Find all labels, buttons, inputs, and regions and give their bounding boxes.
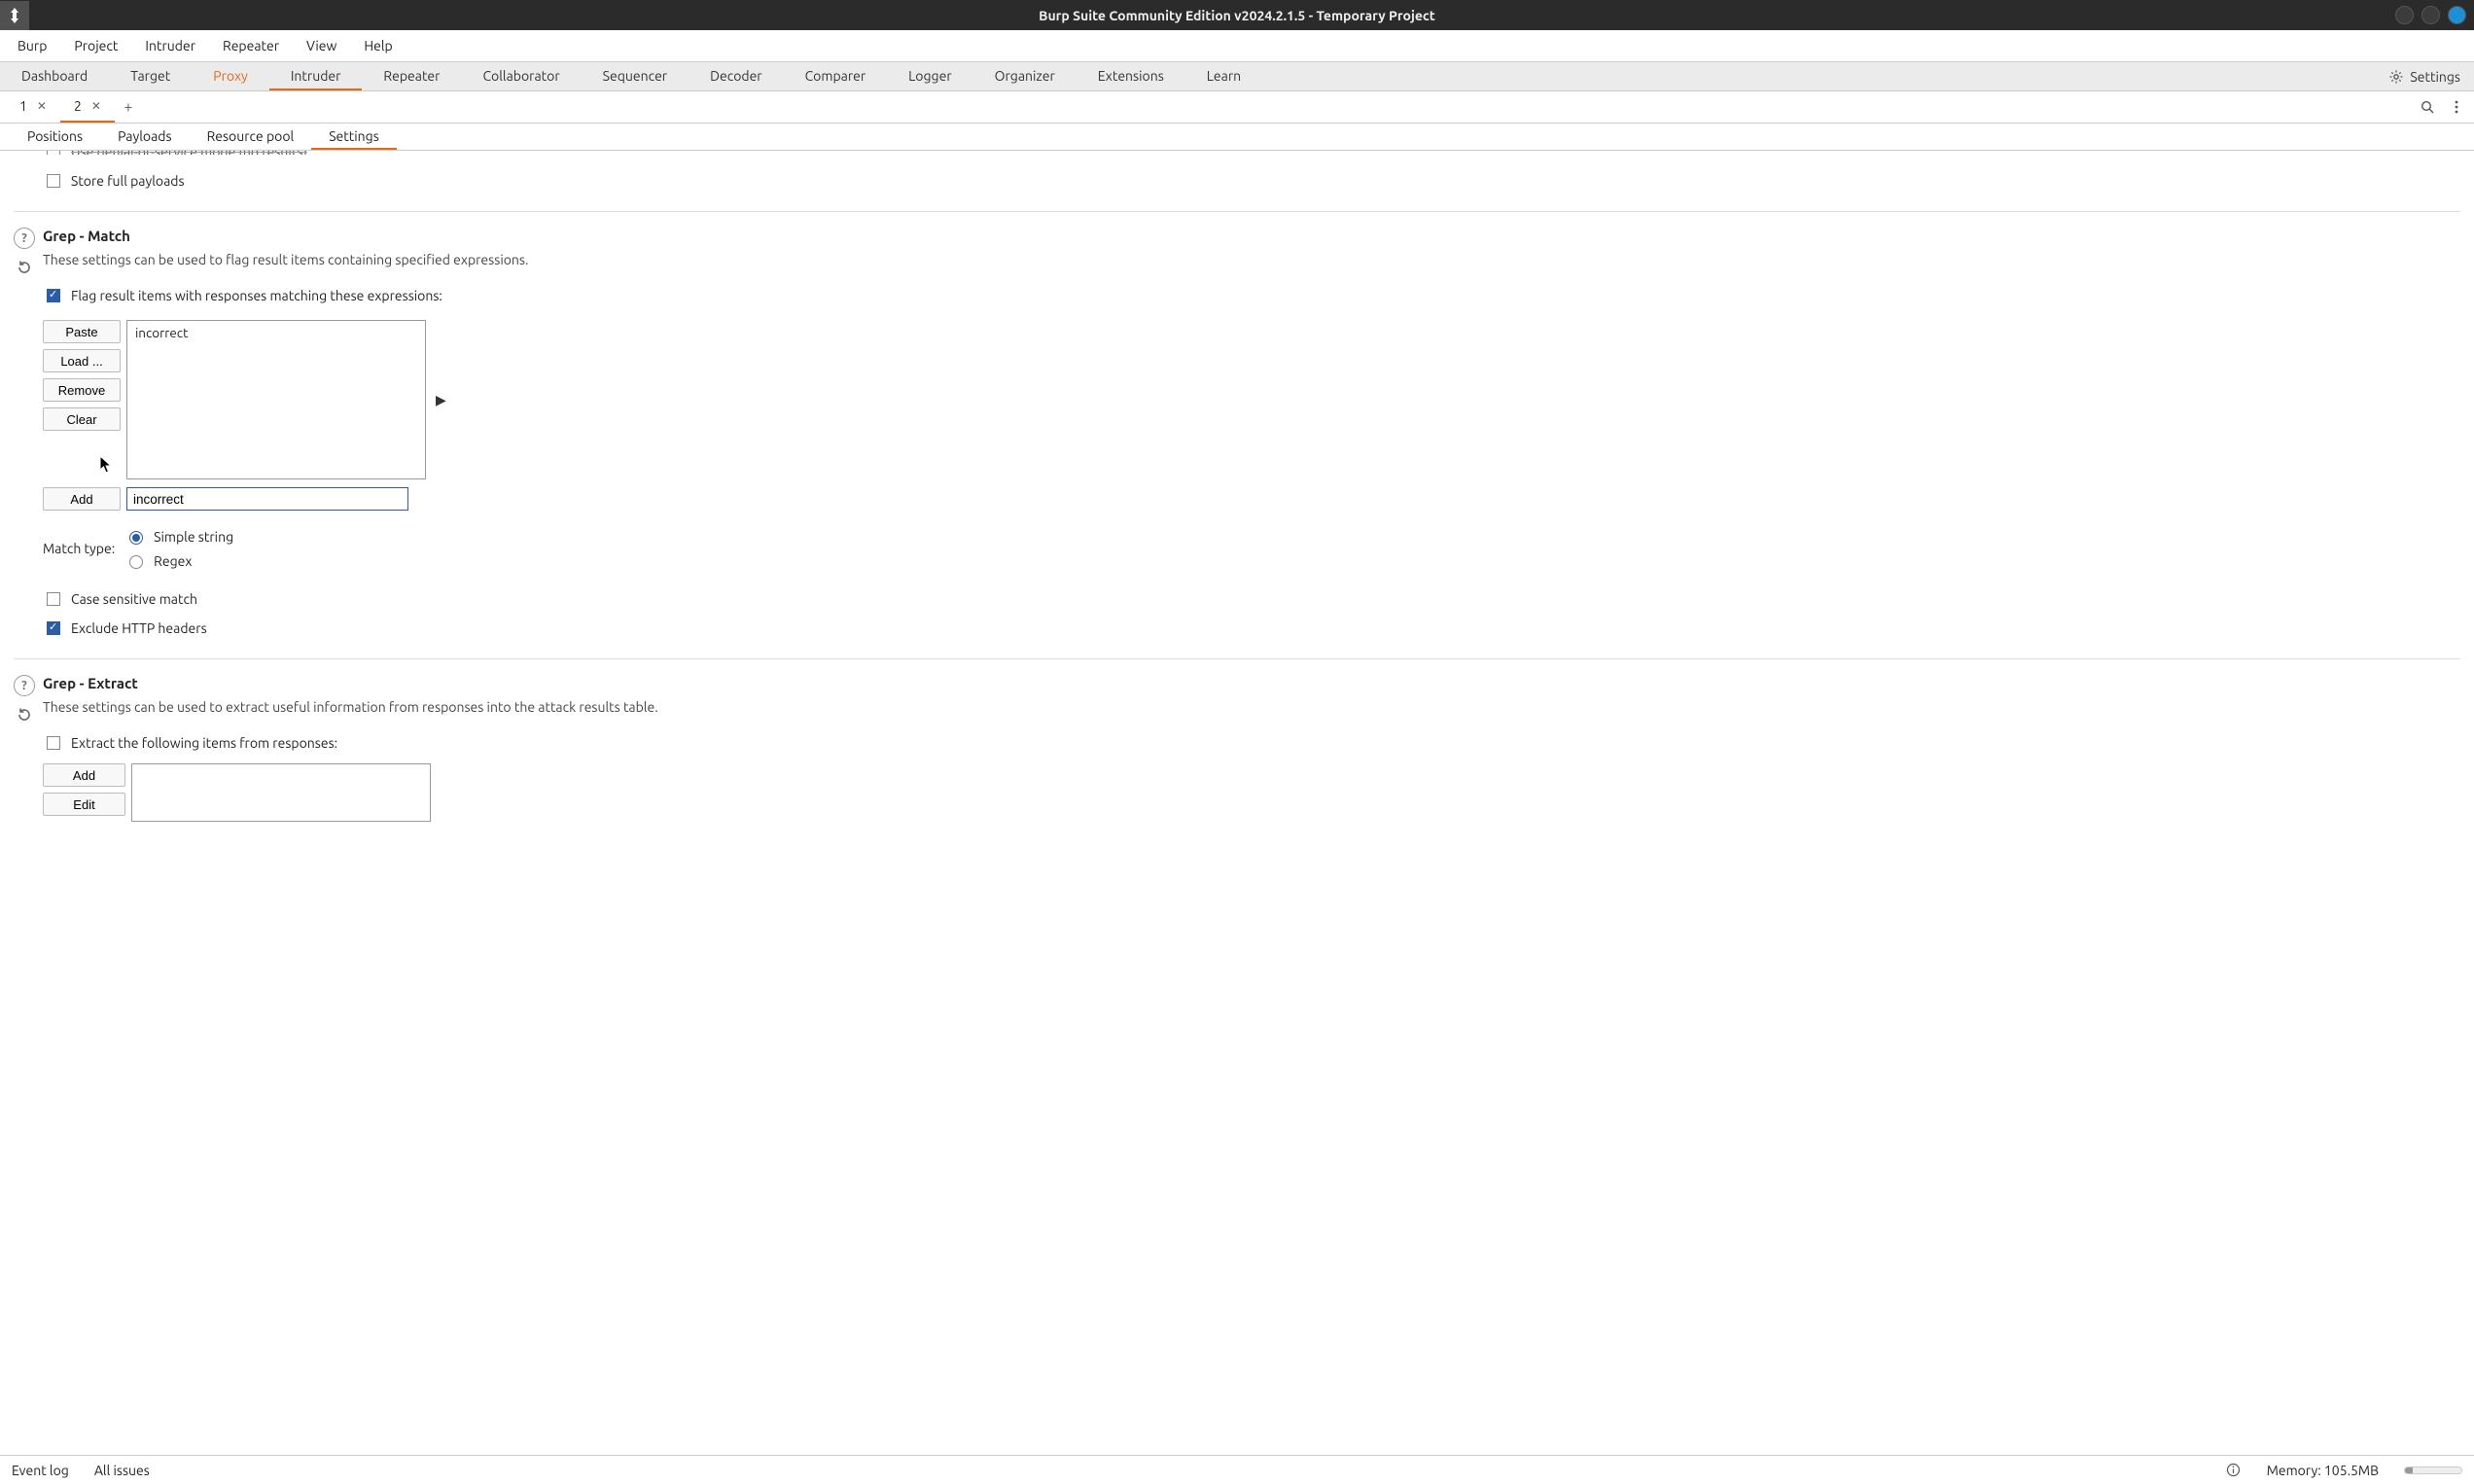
- reset-icon[interactable]: [14, 257, 35, 278]
- extract-items-checkbox[interactable]: [47, 736, 60, 750]
- tab-decoder[interactable]: Decoder: [689, 62, 784, 90]
- gear-icon: [2388, 69, 2404, 85]
- minimize-button[interactable]: [2395, 6, 2414, 24]
- match-expressions-list[interactable]: incorrect: [126, 320, 426, 479]
- section-divider: [14, 211, 2460, 212]
- section-divider: [14, 658, 2460, 659]
- match-type-regex-radio[interactable]: [129, 555, 143, 569]
- footer: Event log All issues Memory: 105.5MB: [0, 1455, 2474, 1484]
- extract-items-label: Extract the following items from respons…: [71, 735, 337, 751]
- menu-view[interactable]: View: [295, 34, 348, 57]
- grep-match-desc: These settings can be used to flag resul…: [43, 252, 2460, 267]
- menu-repeater[interactable]: Repeater: [211, 34, 291, 57]
- match-type-regex-label: Regex: [154, 553, 192, 569]
- grep-match-section: ? Grep - Match These settings can be use…: [14, 228, 2460, 641]
- settings-content: Use denial-of-service mode (no results) …: [0, 151, 2474, 1455]
- add-button[interactable]: Add: [43, 487, 121, 511]
- memory-label: Memory: 105.5MB: [2267, 1463, 2379, 1478]
- help-icon[interactable]: ?: [14, 675, 35, 696]
- attack-tab-1-label: 1: [19, 98, 27, 114]
- attack-tab-2[interactable]: 2 ✕: [60, 91, 115, 123]
- reset-icon[interactable]: [14, 704, 35, 725]
- extract-edit-button[interactable]: Edit: [43, 793, 125, 816]
- menu-project[interactable]: Project: [62, 34, 129, 57]
- info-icon[interactable]: [2226, 1463, 2242, 1478]
- tab-proxy[interactable]: Proxy: [192, 62, 269, 90]
- dos-mode-label: Use denial-of-service mode (no results): [71, 151, 307, 155]
- attack-tabs: 1 ✕ 2 ✕ +: [0, 91, 2474, 124]
- config-tabs: Positions Payloads Resource pool Setting…: [0, 124, 2474, 151]
- dos-mode-checkbox[interactable]: [47, 151, 60, 155]
- exclude-headers-label: Exclude HTTP headers: [71, 620, 207, 636]
- search-icon[interactable]: [2420, 99, 2435, 115]
- extract-items-list[interactable]: [131, 763, 431, 822]
- config-tab-positions[interactable]: Positions: [10, 124, 100, 150]
- list-item[interactable]: incorrect: [135, 325, 417, 340]
- tab-sequencer[interactable]: Sequencer: [582, 62, 689, 90]
- window-title: Burp Suite Community Edition v2024.2.1.5…: [0, 8, 2474, 23]
- flag-items-label: Flag result items with responses matchin…: [71, 288, 442, 303]
- tab-collaborator[interactable]: Collaborator: [461, 62, 581, 90]
- tab-intruder[interactable]: Intruder: [269, 62, 363, 90]
- all-issues-link[interactable]: All issues: [94, 1463, 150, 1478]
- tab-repeater[interactable]: Repeater: [362, 62, 461, 90]
- tab-comparer[interactable]: Comparer: [784, 62, 888, 90]
- config-tab-resource-pool[interactable]: Resource pool: [190, 124, 312, 150]
- paste-button[interactable]: Paste: [43, 320, 121, 343]
- tab-extensions[interactable]: Extensions: [1077, 62, 1185, 90]
- grep-extract-title: Grep - Extract: [43, 675, 2460, 691]
- match-type-simple-label: Simple string: [154, 529, 233, 545]
- help-icon[interactable]: ?: [14, 228, 35, 249]
- settings-button[interactable]: Settings: [2375, 62, 2474, 90]
- match-type-simple-radio[interactable]: [129, 531, 143, 545]
- close-icon[interactable]: ✕: [91, 99, 101, 113]
- main-tabs: Dashboard Target Proxy Intruder Repeater…: [0, 62, 2474, 91]
- kebab-menu-icon[interactable]: [2449, 99, 2464, 115]
- app-icon: [0, 1, 29, 30]
- attack-tab-1[interactable]: 1 ✕: [6, 91, 60, 123]
- config-tab-settings[interactable]: Settings: [311, 124, 397, 150]
- flag-items-checkbox[interactable]: [47, 289, 60, 302]
- case-sensitive-checkbox[interactable]: [47, 592, 60, 606]
- match-expression-input[interactable]: [126, 487, 408, 511]
- store-full-payloads-row: Store full payloads: [43, 168, 2460, 194]
- tab-learn[interactable]: Learn: [1185, 62, 1262, 90]
- expand-list-icon[interactable]: ▶: [436, 392, 446, 408]
- store-full-payloads-checkbox[interactable]: [47, 174, 60, 188]
- close-window-button[interactable]: [2448, 6, 2466, 24]
- menubar: Burp Project Intruder Repeater View Help: [0, 30, 2474, 62]
- menu-help[interactable]: Help: [352, 34, 404, 57]
- grep-extract-section: ? Grep - Extract These settings can be u…: [14, 675, 2460, 822]
- tab-dashboard[interactable]: Dashboard: [0, 62, 109, 90]
- settings-label: Settings: [2410, 69, 2460, 85]
- event-log-link[interactable]: Event log: [12, 1463, 69, 1478]
- extract-add-button[interactable]: Add: [43, 763, 125, 787]
- new-attack-tab-button[interactable]: +: [115, 91, 142, 123]
- exclude-headers-checkbox[interactable]: [47, 621, 60, 635]
- menu-intruder[interactable]: Intruder: [133, 34, 207, 57]
- grep-extract-desc: These settings can be used to extract us…: [43, 699, 2460, 715]
- tab-target[interactable]: Target: [109, 62, 192, 90]
- titlebar: Burp Suite Community Edition v2024.2.1.5…: [0, 0, 2474, 30]
- remove-button[interactable]: Remove: [43, 378, 121, 402]
- load-button[interactable]: Load ...: [43, 349, 121, 372]
- tab-organizer[interactable]: Organizer: [973, 62, 1077, 90]
- store-full-payloads-label: Store full payloads: [71, 173, 185, 189]
- grep-match-title: Grep - Match: [43, 228, 2460, 244]
- menu-burp[interactable]: Burp: [6, 34, 58, 57]
- memory-usage-bar: [2404, 1466, 2462, 1474]
- clear-button[interactable]: Clear: [43, 407, 121, 431]
- close-icon[interactable]: ✕: [37, 99, 47, 113]
- tab-logger[interactable]: Logger: [887, 62, 972, 90]
- maximize-button[interactable]: [2421, 6, 2440, 24]
- match-type-label: Match type:: [43, 541, 115, 556]
- flag-items-row: Flag result items with responses matchin…: [43, 283, 2460, 308]
- attack-tab-2-label: 2: [74, 98, 82, 114]
- truncated-checkbox-row: Use denial-of-service mode (no results): [43, 151, 2460, 155]
- case-sensitive-label: Case sensitive match: [71, 591, 197, 607]
- config-tab-payloads[interactable]: Payloads: [100, 124, 190, 150]
